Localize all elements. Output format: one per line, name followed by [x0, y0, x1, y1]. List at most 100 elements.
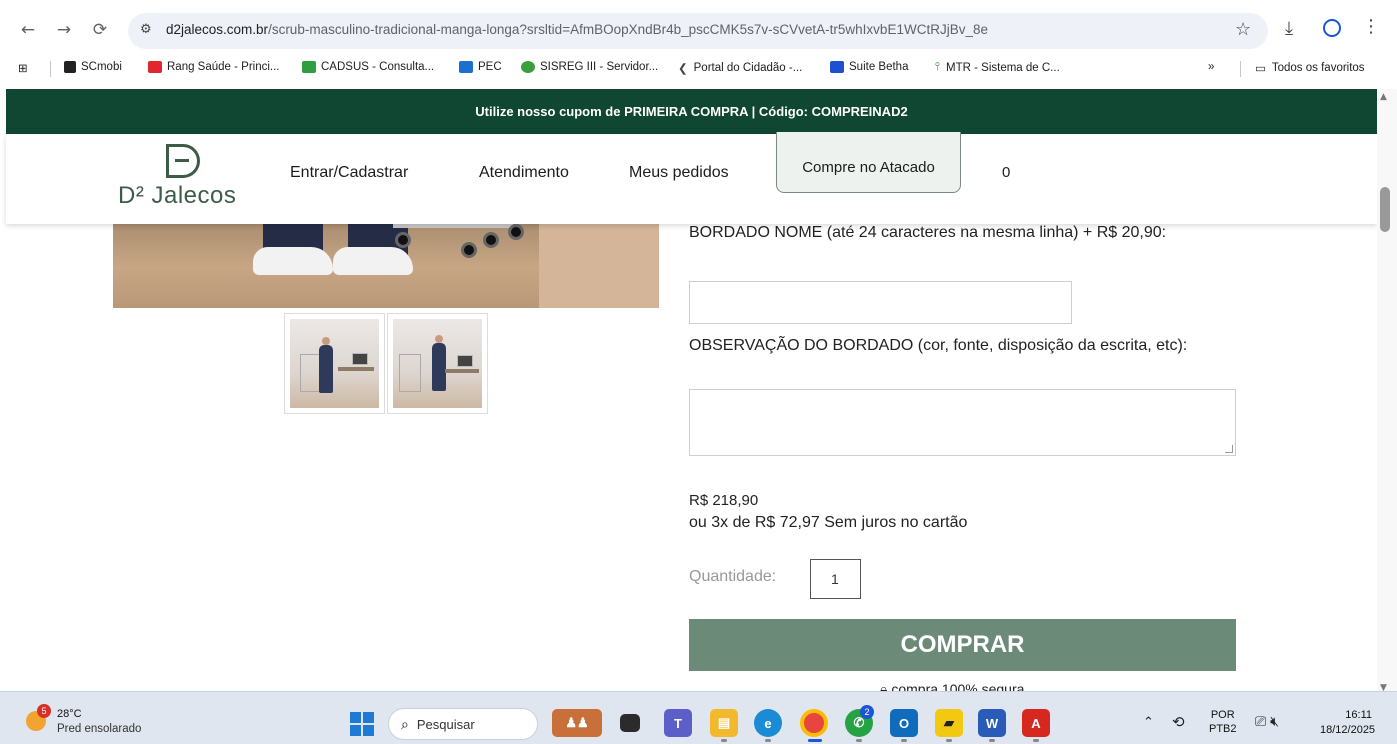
scroll-up-arrow-icon[interactable]: ▲ — [1380, 92, 1387, 102]
cadsus-icon — [302, 61, 316, 73]
teams-icon[interactable]: T — [664, 709, 692, 737]
bookmark-label: PEC — [478, 61, 502, 73]
thumb-rack — [399, 354, 421, 392]
image-caster — [395, 232, 411, 248]
quantity-label: Quantidade: — [689, 568, 777, 585]
bookmark-rang-saude[interactable]: Rang Saúde - Princi... — [148, 61, 280, 73]
bookmark-label: CADSUS - Consulta... — [321, 61, 435, 73]
bookmark-star-icon[interactable]: ☆ — [1235, 19, 1251, 40]
scrollbar-thumb[interactable] — [1380, 187, 1390, 232]
whatsapp-badge: 2 — [860, 705, 874, 719]
nav-login-link[interactable]: Entrar/Cadastrar — [290, 164, 408, 182]
thumb-monitor — [352, 353, 368, 365]
running-indicator — [989, 739, 995, 742]
chrome-icon[interactable] — [800, 709, 828, 737]
word-icon[interactable]: W — [978, 709, 1006, 737]
network-icon[interactable]: ⟲ — [1172, 713, 1185, 731]
weather-badge: 5 — [37, 704, 51, 718]
site-logo[interactable]: D² Jalecos — [118, 144, 258, 210]
weather-description[interactable]: Pred ensolarado — [57, 723, 141, 735]
image-caster — [483, 232, 499, 248]
reload-icon[interactable]: ⟳ — [88, 18, 112, 42]
bookmark-portal-cidadao[interactable]: ❮ Portal do Cidadão -... — [678, 61, 802, 75]
url-path: /scrub-masculino-tradicional-manga-longa… — [268, 22, 988, 37]
bookmark-cadsus[interactable]: CADSUS - Consulta... — [302, 61, 434, 73]
bookmarks-bar: ⊞ SCmobi Rang Saúde - Princi... CADSUS -… — [0, 57, 1397, 81]
file-explorer-icon[interactable]: ▤ — [710, 709, 738, 737]
nav-orders-link[interactable]: Meus pedidos — [629, 164, 729, 182]
pec-icon — [459, 61, 473, 73]
thumbnail-image — [393, 319, 482, 408]
image-caster — [461, 242, 477, 258]
product-price: R$ 218,90 — [689, 492, 759, 509]
nav-support-link[interactable]: Atendimento — [479, 164, 569, 182]
embroidery-name-input[interactable] — [689, 281, 1072, 324]
clock-time: 16:11 — [1345, 709, 1372, 721]
menu-icon[interactable]: ⋮ — [1362, 16, 1380, 37]
browser-chrome: ← → ⟳ ⚙ d2jalecos.com.br/scrub-masculino… — [0, 0, 1397, 89]
bookmark-separator — [1240, 61, 1241, 77]
portal-cidadao-icon: ❮ — [678, 63, 688, 75]
bookmark-sisreg[interactable]: SISREG III - Servidor... — [521, 61, 658, 73]
bookmark-label: SCmobi — [81, 61, 122, 73]
sisreg-icon — [521, 61, 535, 73]
bookmark-scmobi[interactable]: SCmobi — [64, 61, 122, 73]
site-header: D² Jalecos Entrar/Cadastrar Atendimento … — [6, 132, 1377, 224]
input-language[interactable]: POR PTB2 — [1209, 708, 1237, 736]
address-bar[interactable]: ⚙ d2jalecos.com.br/scrub-masculino-tradi… — [128, 13, 1268, 49]
running-indicator — [946, 739, 952, 742]
embroidery-note-label: OBSERVAÇÃO DO BORDADO (cor, fonte, dispo… — [689, 337, 1188, 354]
edge-icon[interactable]: e — [754, 709, 782, 737]
product-main-image[interactable] — [113, 218, 659, 308]
more-bookmarks-button[interactable]: » — [1208, 61, 1214, 73]
back-icon[interactable]: ← — [16, 18, 40, 42]
widget-app-icon[interactable]: ♟♟ — [552, 709, 602, 737]
bookmark-betha[interactable]: Suite Betha — [830, 61, 908, 73]
search-icon: ⌕ — [401, 715, 409, 732]
all-favorites-folder[interactable]: ▭ Todos os favoritos — [1255, 61, 1365, 75]
rang-saude-icon — [148, 61, 162, 73]
clock-date: 18/12/2025 — [1320, 724, 1376, 736]
tray-overflow-chevron-icon[interactable]: ⌃ — [1143, 714, 1154, 730]
sticky-notes-icon[interactable]: ▰ — [935, 709, 963, 737]
embroidery-name-label: BORDADO NOME (até 24 caracteres na mesma… — [689, 224, 1167, 241]
search-placeholder: Pesquisar — [416, 716, 475, 732]
forward-icon[interactable]: → — [52, 18, 76, 42]
start-button[interactable] — [350, 712, 374, 736]
bookmark-label: MTR - Sistema de C... — [946, 61, 1060, 74]
clock[interactable]: 16:11 18/12/2025 — [1320, 708, 1376, 738]
apps-icon[interactable]: ⊞ — [18, 61, 28, 75]
bookmark-pec[interactable]: PEC — [459, 61, 502, 73]
tray-status-icons[interactable]: ⎚ 🔇︎ — [1255, 713, 1279, 730]
thumb-monitor — [457, 355, 473, 367]
outlook-icon[interactable]: O — [890, 709, 918, 737]
thumbnail-image — [290, 319, 379, 408]
product-thumbnail[interactable] — [284, 313, 385, 414]
image-wall — [539, 218, 659, 308]
profile-icon[interactable] — [1323, 19, 1341, 37]
all-favorites-label: Todos os favoritos — [1271, 62, 1365, 74]
logo-mark-icon — [166, 144, 200, 178]
buy-button[interactable]: COMPRAR — [689, 619, 1236, 671]
cart-count[interactable]: 0 — [1002, 164, 1010, 181]
weather-temperature[interactable]: 28°C — [57, 708, 82, 720]
embroidery-note-textarea[interactable] — [689, 389, 1236, 456]
secure-text: compra 100% segura — [891, 681, 1025, 691]
bookmark-label: SISREG III - Servidor... — [540, 61, 659, 73]
folder-icon: ▭ — [1255, 63, 1266, 75]
site-settings-icon[interactable]: ⚙ — [140, 22, 152, 37]
product-thumbnail[interactable] — [387, 313, 488, 414]
bookmark-label: Suite Betha — [849, 61, 909, 73]
bookmark-separator — [50, 61, 51, 77]
page-scrollbar[interactable] — [1377, 89, 1397, 691]
acrobat-icon[interactable]: A — [1022, 709, 1050, 737]
task-view-icon[interactable] — [620, 714, 640, 732]
running-indicator — [721, 739, 727, 742]
quantity-input[interactable]: 1 — [810, 559, 861, 599]
bookmark-mtr[interactable]: ⫯ MTR - Sistema de C... — [935, 61, 1060, 74]
taskbar-search[interactable]: ⌕ Pesquisar — [388, 708, 538, 740]
url-text[interactable]: d2jalecos.com.br/scrub-masculino-tradici… — [166, 22, 988, 37]
download-icon[interactable]: ⤓ — [1285, 18, 1293, 39]
wholesale-button[interactable]: Compre no Atacado — [776, 132, 961, 193]
active-indicator — [808, 739, 822, 742]
